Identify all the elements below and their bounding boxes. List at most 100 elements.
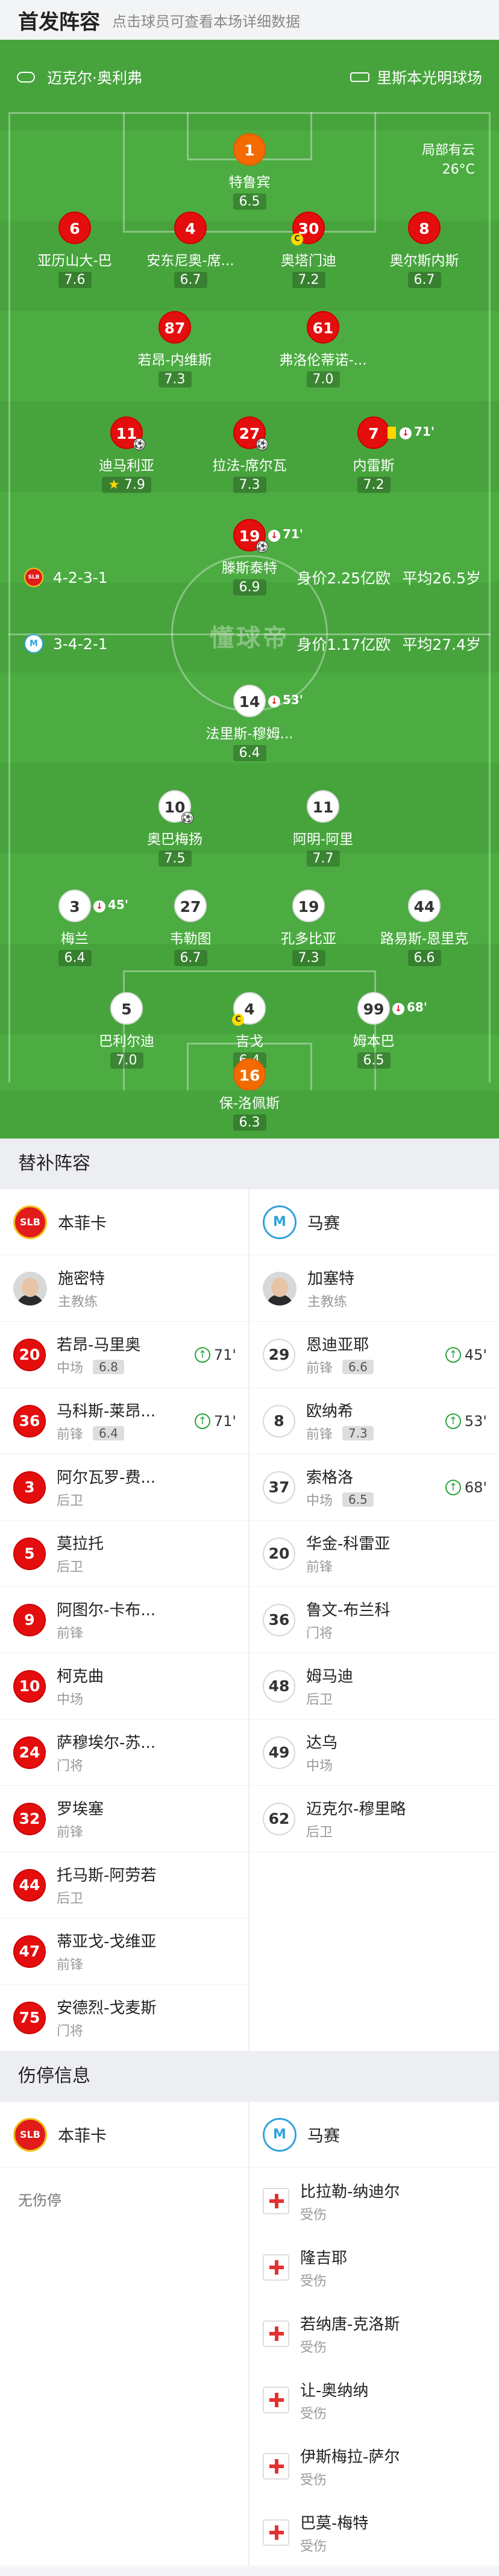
player-name: 特鲁宾: [228, 175, 271, 190]
injuries-title: 伤停信息: [0, 2051, 499, 2102]
shirt-number: 49: [263, 1736, 295, 1769]
player-name: 滕斯泰特: [222, 561, 277, 576]
list-item[interactable]: 20 华金-科雷亚 前锋: [250, 1521, 499, 1587]
player-name: 让-奥纳纳: [300, 2381, 369, 2400]
shirt-number: 1: [233, 133, 266, 166]
player-card[interactable]: 87 若昂-内维斯 7.3: [118, 311, 232, 388]
player-card[interactable]: 4 安东尼奥-席... 6.7: [133, 212, 248, 288]
player-name: 内雷斯: [353, 458, 395, 474]
player-card[interactable]: 27 韦勒图 6.7: [133, 890, 248, 966]
player-card[interactable]: 11 阿明-阿里 7.7: [266, 790, 380, 867]
list-item[interactable]: 5 莫拉托 后卫: [0, 1521, 248, 1587]
list-item[interactable]: 47 蒂亚戈-戈维亚 前锋: [0, 1918, 248, 1985]
player-card[interactable]: 8 奥尔斯内斯 6.7: [367, 212, 482, 288]
marseille-value: 身价1.17亿欧: [297, 636, 391, 653]
shirt-number: 7: [368, 425, 379, 442]
goal-icon: ⚽: [256, 438, 268, 450]
avatar: [263, 1271, 297, 1305]
goal-icon: ⚽: [181, 812, 193, 824]
list-item[interactable]: 20 若昂-马里奥 中场 6.8 ↑ 71': [0, 1322, 248, 1388]
sub-out-icon: ↓: [400, 427, 412, 439]
player-card[interactable]: 19 ↓ 71' ⚽ 滕斯泰特 6.9: [192, 519, 307, 595]
player-rating: 7.5: [158, 850, 192, 867]
benfica-logo-icon: SLB: [13, 2117, 47, 2152]
player-rating: 7.9: [124, 477, 145, 492]
coach-row[interactable]: 加塞特 主教练: [250, 1255, 499, 1322]
list-item[interactable]: 若纳唐-克洛斯 受伤: [250, 2301, 499, 2367]
player-card[interactable]: 11 ⚽ 迪马利亚 ★ 7.9: [69, 416, 184, 493]
player-name: 阿明-阿里: [292, 832, 354, 847]
player-position: 后卫: [57, 1891, 84, 1906]
player-card[interactable]: 61 弗洛伦蒂诺-... 7.0: [266, 311, 380, 388]
sub-time: 68': [464, 1478, 487, 1496]
list-item[interactable]: 48 姆马迪 后卫: [250, 1653, 499, 1720]
list-item[interactable]: 让-奥纳纳受伤: [250, 2367, 499, 2433]
player-position: 中场: [57, 1361, 84, 1376]
list-item[interactable]: 巴莫-梅特 受伤: [250, 2499, 499, 2566]
player-name: 阿尔瓦罗-费...: [57, 1469, 156, 1487]
shirt-number: 3: [69, 898, 80, 916]
player-card[interactable]: 3 ↓ 45' 梅兰 6.4: [17, 890, 132, 966]
subs-title: 替补阵容: [0, 1139, 499, 1189]
list-item[interactable]: 29 恩迪亚耶 前锋 6.6 ↑ 45': [250, 1322, 499, 1388]
player-card[interactable]: 99 ↓ 68' 姆本巴 6.5: [316, 992, 431, 1069]
lineup-hint: 点击球员可查看本场详细数据: [112, 13, 300, 30]
player-rating: 6.5: [342, 1492, 374, 1507]
list-item[interactable]: 9 阿图尔-卡布... 前锋: [0, 1587, 248, 1653]
list-item[interactable]: 比拉勒-纳迪尔 受伤: [250, 2168, 499, 2234]
player-card[interactable]: 44 路易斯-恩里克 6.6: [367, 890, 482, 966]
player-card[interactable]: 16: [192, 1058, 307, 1091]
list-item[interactable]: 49 达乌 中场: [250, 1720, 499, 1786]
player-card[interactable]: 7 ↓ 71' 内雷斯 7.2: [316, 416, 435, 493]
player-rating: 6.9: [233, 579, 266, 595]
list-item[interactable]: 隆吉耶 受伤: [250, 2234, 499, 2301]
list-item[interactable]: 75 安德烈-戈麦斯 门将: [0, 1985, 248, 2051]
shirt-number: 37: [263, 1471, 295, 1504]
list-item[interactable]: 24 萨穆埃尔-苏... 门将: [0, 1720, 248, 1786]
shirt-number: 87: [158, 311, 191, 344]
player-card[interactable]: 5 巴利尔迪 7.0: [69, 992, 184, 1069]
coach-row[interactable]: 施密特 主教练: [0, 1255, 248, 1322]
player-rating: 6.7: [174, 950, 207, 966]
list-item[interactable]: 36 鲁文-布兰科 门将: [250, 1587, 499, 1653]
list-item[interactable]: 44 托马斯-阿劳若 后卫: [0, 1852, 248, 1918]
player-card[interactable]: 4C 吉戈 6.4: [192, 992, 307, 1069]
player-name: 奥尔斯内斯: [389, 253, 459, 269]
player-card[interactable]: 14 ↓ 53' 法里斯-穆姆... 6.4: [192, 685, 307, 761]
player-name: 伊斯梅拉-萨尔: [300, 2448, 400, 2466]
sub-in-icon: ↑: [194, 1413, 210, 1429]
benfica-age: 平均26.5岁: [402, 570, 481, 587]
list-item[interactable]: 37 索格洛 中场 6.5 ↑ 68': [250, 1454, 499, 1521]
player-rating: 6.4: [58, 950, 92, 966]
player-name: 鲁文-布兰科: [306, 1601, 391, 1619]
player-card[interactable]: 6 亚历山大-巴 7.6: [17, 212, 132, 288]
shirt-number: 99: [363, 1001, 384, 1018]
list-item[interactable]: 36 马科斯-莱昂... 前锋 6.4 ↑ 71': [0, 1388, 248, 1454]
team-name: 本菲卡: [58, 1214, 107, 1233]
injury-status: 受伤: [300, 2406, 327, 2422]
shirt-number: 16: [233, 1058, 266, 1091]
list-item[interactable]: 10 柯克曲 中场: [0, 1653, 248, 1720]
player-name: 奥巴梅扬: [147, 832, 202, 847]
player-card[interactable]: 30 C 奥塔门迪 7.2: [251, 212, 366, 288]
player-name: 柯克曲: [57, 1668, 104, 1686]
marseille-age: 平均27.4岁: [402, 636, 481, 653]
list-item[interactable]: 伊斯梅拉-萨尔 受伤: [250, 2433, 499, 2499]
player-name: 比拉勒-纳迪尔: [300, 2182, 400, 2201]
player-card[interactable]: 19 孔多比亚 7.3: [251, 890, 366, 966]
list-item[interactable]: 62 迈克尔-穆里略 后卫: [250, 1786, 499, 1852]
list-item[interactable]: 3 阿尔瓦罗-费... 后卫: [0, 1454, 248, 1521]
player-card[interactable]: 1 特鲁宾 6.5: [192, 133, 307, 210]
marseille-formation-row: M 3-4-2-1 身价1.17亿欧 平均27.4岁: [24, 630, 481, 657]
list-item[interactable]: 8 欧纳希 前锋 7.3 ↑ 53': [250, 1388, 499, 1454]
player-rating: 6.7: [174, 272, 207, 288]
injury-icon: [263, 2254, 289, 2281]
weather-text: 局部有云: [421, 143, 475, 158]
player-name: 蒂亚戈-戈维亚: [57, 1933, 157, 1951]
list-item[interactable]: 32 罗埃塞 前锋: [0, 1786, 248, 1852]
player-card[interactable]: 27 ⚽ 拉法-席尔瓦 7.3: [192, 416, 307, 493]
player-position: 门将: [57, 2024, 84, 2039]
player-position: 中场: [57, 1692, 84, 1707]
player-card[interactable]: 10 ⚽ 奥巴梅扬 7.5: [118, 790, 232, 867]
player-position: 中场: [306, 1494, 333, 1509]
